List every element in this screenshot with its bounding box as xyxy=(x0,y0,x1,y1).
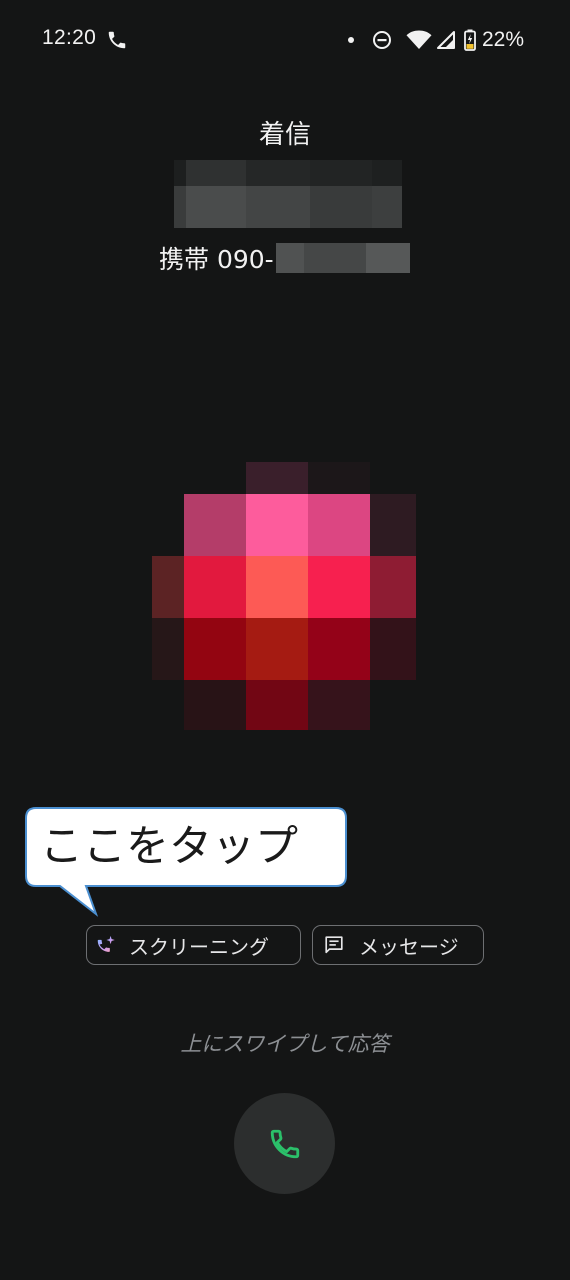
status-bar: 12:20 22% xyxy=(0,0,570,82)
caller-number-prefix: 携帯 090- xyxy=(159,245,274,274)
wifi-icon xyxy=(406,30,432,49)
caller-number: 携帯 090- xyxy=(159,240,410,276)
phone-icon xyxy=(270,1129,299,1158)
call-screen-button[interactable]: スクリーニング xyxy=(86,925,301,965)
swipe-up-hint: 上にスワイプして応答 xyxy=(180,1032,390,1056)
battery-charging-icon xyxy=(464,29,476,51)
answer-call-button[interactable] xyxy=(234,1093,335,1194)
caller-number-pixelated xyxy=(275,243,410,273)
dot-icon xyxy=(347,37,354,43)
status-time: 12:20 xyxy=(42,26,97,49)
caller-name-pixelated xyxy=(174,160,402,228)
phone-icon xyxy=(108,31,126,49)
do-not-disturb-icon xyxy=(372,31,391,49)
cellular-signal-icon xyxy=(436,31,455,49)
battery-percent: 22% xyxy=(481,28,524,51)
reply-message-label: メッセージ xyxy=(359,934,459,959)
call-screen-label: スクリーニング xyxy=(129,934,269,959)
incoming-call-screen: 12:20 22% 着信 携帯 090- ここをタップ スクリーニング メッセー… xyxy=(0,0,570,1280)
caller-avatar-pixelated xyxy=(152,462,416,730)
incoming-call-label: 着信 xyxy=(258,120,311,150)
call-screen-sparkle-icon xyxy=(97,935,115,952)
status-icons: 22% xyxy=(347,26,524,54)
tap-here-callout: ここをタップ xyxy=(25,807,347,917)
callout-text: ここをタップ xyxy=(40,822,298,872)
reply-message-button[interactable]: メッセージ xyxy=(312,925,484,965)
message-icon xyxy=(325,936,343,954)
